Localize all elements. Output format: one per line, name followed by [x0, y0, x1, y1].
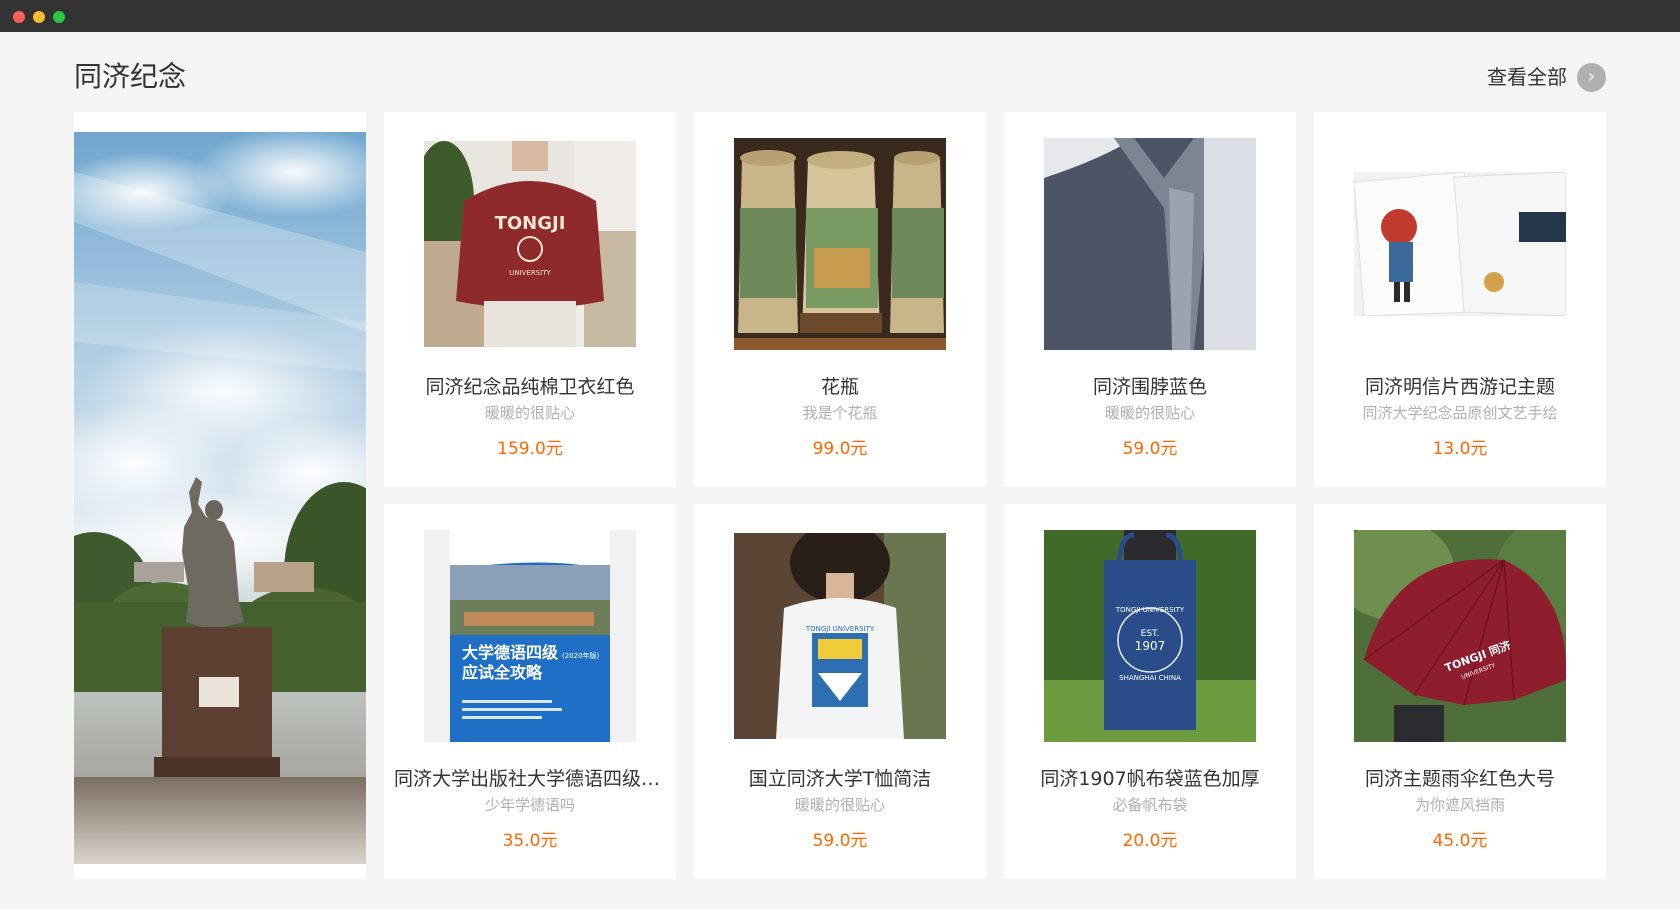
product-price: 59.0元 — [812, 831, 868, 851]
postcards-image — [1354, 172, 1566, 316]
product-name[interactable]: 同济纪念品纯棉卫衣红色 — [394, 374, 666, 400]
section-header: 同济纪念 查看全部 › — [74, 57, 1606, 97]
product-image[interactable]: TONGJI UNIVERSITY — [734, 530, 946, 742]
svg-text:应试全攻略: 应试全攻略 — [462, 663, 543, 682]
product-card[interactable]: 大学德语四级 (2020年版) 应试全攻略 同济大学出版社大学德语四级应试全攻略… — [384, 504, 676, 879]
product-price: 13.0元 — [1432, 439, 1488, 459]
product-card[interactable]: TONGJI UNIVERSITY EST. 1907 SHANGHAI CHI… — [1004, 504, 1296, 879]
product-desc: 暖暖的很贴心 — [1104, 404, 1195, 422]
view-all-link[interactable]: 查看全部 › — [1487, 61, 1606, 93]
product-name[interactable]: 国立同济大学T恤简洁 — [704, 766, 976, 792]
red-umbrella-image: TONGJI 同济 UNIVERSITY — [1354, 530, 1566, 742]
product-name[interactable]: 花瓶 — [704, 374, 976, 400]
close-window-button[interactable] — [13, 11, 25, 23]
product-desc: 我是个花瓶 — [802, 404, 878, 422]
statue-promo-image[interactable] — [74, 132, 366, 864]
canvas-bag-image: TONGJI UNIVERSITY EST. 1907 SHANGHAI CHI… — [1044, 530, 1256, 742]
product-price: 45.0元 — [1432, 831, 1488, 851]
product-card[interactable]: 同济围脖蓝色 暖暖的很贴心 59.0元 — [1004, 112, 1296, 487]
product-name[interactable]: 同济明信片西游记主题 — [1324, 374, 1596, 400]
svg-text:(2020年版): (2020年版) — [562, 651, 600, 660]
souvenir-section: 同济纪念 查看全部 › TONGJI UNIVERSITY 同济纪念品纯棉卫衣红… — [74, 32, 1606, 909]
product-image[interactable]: TONGJI UNIVERSITY — [424, 138, 636, 350]
svg-text:TONGJI UNIVERSITY: TONGJI UNIVERSITY — [1115, 606, 1185, 614]
view-all-label[interactable]: 查看全部 — [1487, 61, 1567, 93]
german-book-image: 大学德语四级 (2020年版) 应试全攻略 — [424, 530, 636, 742]
product-image[interactable] — [1354, 138, 1566, 350]
product-price: 35.0元 — [502, 831, 558, 851]
product-desc: 暖暖的很贴心 — [794, 796, 885, 814]
product-desc: 暖暖的很贴心 — [484, 404, 575, 422]
product-desc: 同济大学纪念品原创文艺手绘 — [1362, 404, 1558, 422]
product-name[interactable]: 同济主题雨伞红色大号 — [1324, 766, 1596, 792]
product-name[interactable]: 同济1907帆布袋蓝色加厚 — [1014, 766, 1286, 792]
product-card[interactable]: TONGJI UNIVERSITY 同济纪念品纯棉卫衣红色 暖暖的很贴心 159… — [384, 112, 676, 487]
section-title: 同济纪念 — [74, 60, 187, 93]
blue-scarf-image — [1044, 138, 1256, 350]
product-image[interactable]: TONGJI 同济 UNIVERSITY — [1354, 530, 1566, 742]
product-card[interactable]: TONGJI 同济 UNIVERSITY 同济主题雨伞红色大号 为你遮风挡雨 4… — [1314, 504, 1606, 879]
product-desc: 为你遮风挡雨 — [1414, 796, 1505, 814]
product-price: 99.0元 — [812, 439, 868, 459]
chevron-right-icon[interactable]: › — [1577, 62, 1606, 92]
product-card[interactable]: 花瓶 我是个花瓶 99.0元 — [694, 112, 986, 487]
product-image[interactable] — [1044, 138, 1256, 350]
product-price: 59.0元 — [1122, 439, 1178, 459]
product-price: 20.0元 — [1122, 831, 1178, 851]
maximize-window-button[interactable] — [53, 11, 65, 23]
product-card[interactable]: TONGJI UNIVERSITY 国立同济大学T恤简洁 暖暖的很贴心 59.0… — [694, 504, 986, 879]
svg-text:TONGJI UNIVERSITY: TONGJI UNIVERSITY — [805, 625, 875, 633]
window-titlebar — [0, 0, 1680, 32]
red-sweatshirt-image: TONGJI UNIVERSITY — [424, 141, 636, 347]
product-desc: 必备帆布袋 — [1112, 796, 1188, 814]
ceramic-steins-image — [734, 138, 946, 350]
svg-text:EST.: EST. — [1141, 629, 1160, 639]
product-image[interactable]: 大学德语四级 (2020年版) 应试全攻略 — [424, 530, 636, 742]
svg-text:1907: 1907 — [1135, 639, 1166, 653]
white-tshirt-image: TONGJI UNIVERSITY — [734, 533, 946, 739]
svg-text:UNIVERSITY: UNIVERSITY — [509, 269, 551, 277]
svg-text:大学德语四级: 大学德语四级 — [462, 643, 559, 662]
minimize-window-button[interactable] — [33, 11, 45, 23]
product-price: 159.0元 — [497, 439, 563, 459]
product-image[interactable] — [734, 138, 946, 350]
product-desc: 少年学德语吗 — [484, 796, 575, 814]
product-image[interactable]: TONGJI UNIVERSITY EST. 1907 SHANGHAI CHI… — [1044, 530, 1256, 742]
promo-banner[interactable] — [74, 112, 366, 879]
product-name[interactable]: 同济围脖蓝色 — [1014, 374, 1286, 400]
svg-text:TONGJI: TONGJI — [495, 213, 566, 234]
product-card[interactable]: 同济明信片西游记主题 同济大学纪念品原创文艺手绘 13.0元 — [1314, 112, 1606, 487]
product-name[interactable]: 同济大学出版社大学德语四级应试全攻略 — [394, 766, 666, 792]
svg-text:SHANGHAI CHINA: SHANGHAI CHINA — [1119, 674, 1181, 682]
